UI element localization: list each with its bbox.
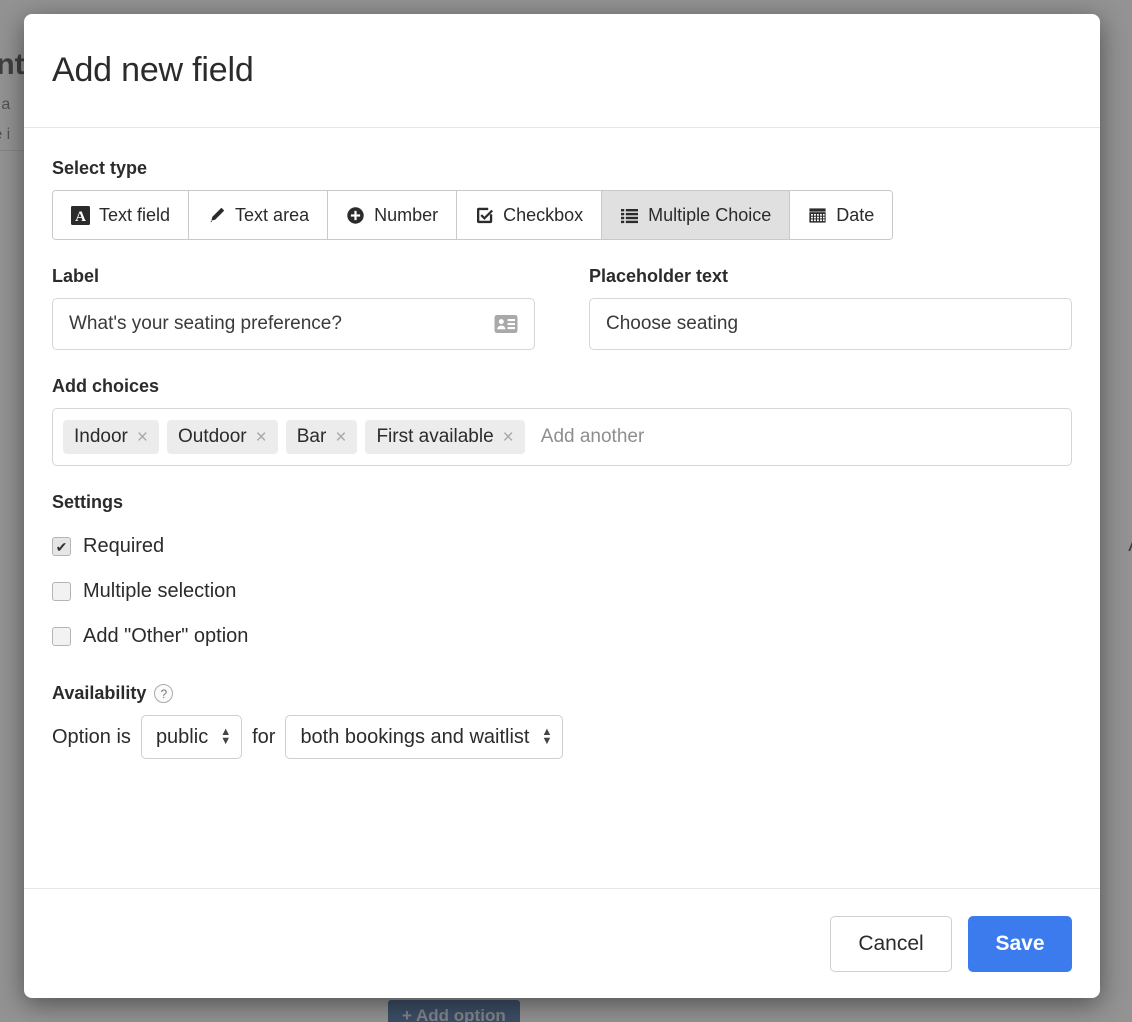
remove-choice-icon[interactable]: × [503, 428, 514, 447]
type-option-label: Number [374, 204, 439, 225]
help-icon[interactable]: ? [154, 684, 174, 703]
type-option-date[interactable]: Date [790, 191, 893, 239]
dialog-header: Add new field [24, 14, 1100, 128]
placeholder-input-value: Choose seating [606, 313, 739, 334]
availability-controls: Option is public ▲ ▼ for both bookings an… [52, 715, 1072, 759]
id-card-icon[interactable] [494, 314, 518, 334]
scope-select[interactable]: both bookings and waitlist ▲ ▼ [285, 715, 564, 759]
type-option-label: Multiple Choice [648, 204, 772, 225]
setting-required[interactable]: ✔ Required [52, 524, 1072, 569]
choice-chip-label: Outdoor [177, 426, 247, 447]
availability-middle-text: for [252, 725, 276, 748]
scope-select-value: both bookings and waitlist [300, 725, 530, 748]
placeholder-input[interactable]: Choose seating [589, 298, 1072, 350]
label-placeholder-row: Label What's your seating preference? Pl… [52, 266, 1072, 350]
label-input[interactable]: What's your seating preference? [52, 298, 535, 350]
placeholder-field-group: Placeholder text Choose seating [589, 266, 1072, 350]
settings-label: Settings [52, 492, 124, 512]
remove-choice-icon[interactable]: × [137, 428, 148, 447]
label-field-group: Label What's your seating preference? [52, 266, 535, 350]
required-checkbox[interactable]: ✔ [52, 537, 71, 556]
dialog-footer: Cancel Save [24, 888, 1100, 998]
add-other-option-checkbox[interactable] [52, 627, 71, 646]
multiple-selection-checkbox[interactable] [52, 582, 71, 601]
remove-choice-icon[interactable]: × [256, 428, 267, 447]
visibility-select-value: public [155, 725, 209, 748]
settings-list: ✔ Required Multiple selection Add "Other… [52, 524, 1072, 659]
choice-chip-label: First available [376, 426, 494, 447]
pencil-icon [207, 206, 226, 225]
label-input-value: What's your seating preference? [69, 313, 342, 334]
setting-label: Required [83, 535, 165, 557]
letter-a-icon: A [71, 205, 90, 225]
field-type-selector: A Text field Text area Number Checkbox M… [52, 190, 894, 240]
list-icon [620, 206, 639, 225]
select-type-label: Select type [52, 158, 148, 178]
placeholder-field-caption: Placeholder text [589, 266, 729, 286]
type-option-text-field[interactable]: A Text field [53, 191, 190, 239]
type-option-checkbox[interactable]: Checkbox [457, 191, 603, 239]
type-option-multiple-choice[interactable]: Multiple Choice [602, 191, 791, 239]
type-option-label: Text field [99, 204, 171, 225]
remove-choice-icon[interactable]: × [335, 428, 346, 447]
setting-multiple-selection[interactable]: Multiple selection [52, 569, 1072, 614]
type-option-label: Date [836, 204, 875, 225]
setting-label: Add "Other" option [83, 625, 249, 647]
availability-label: Availability [52, 683, 147, 703]
add-new-field-dialog: Add new field Select type A Text field T… [24, 14, 1100, 998]
plus-circle-icon [346, 206, 365, 225]
visibility-select[interactable]: public ▲ ▼ [140, 715, 243, 759]
calendar-icon [808, 206, 827, 225]
choice-chip: Outdoor × [166, 420, 278, 454]
label-field-caption: Label [52, 266, 100, 286]
check-icon: ✔ [55, 538, 68, 555]
choice-chip: Indoor × [63, 420, 159, 454]
add-choices-label: Add choices [52, 376, 160, 396]
chevron-updown-icon: ▲ ▼ [220, 726, 232, 747]
choice-chip: Bar × [285, 420, 358, 454]
choices-input-container[interactable]: Indoor × Outdoor × Bar × First available… [52, 408, 1072, 466]
add-choice-input[interactable]: Add another [533, 426, 1061, 448]
choice-chip-label: Indoor [74, 426, 128, 447]
type-option-label: Checkbox [503, 204, 584, 225]
dialog-body: Select type A Text field Text area Numbe… [24, 128, 1100, 888]
type-option-text-area[interactable]: Text area [189, 191, 329, 239]
svg-text:A: A [75, 209, 86, 225]
dialog-title: Add new field [52, 51, 254, 89]
save-button[interactable]: Save [968, 915, 1072, 972]
choice-chip-label: Bar [296, 426, 327, 447]
check-square-icon [475, 206, 494, 225]
type-option-number[interactable]: Number [328, 191, 458, 239]
setting-add-other-option[interactable]: Add "Other" option [52, 614, 1072, 659]
chevron-updown-icon: ▲ ▼ [541, 726, 553, 747]
availability-label-row: Availability ? [52, 683, 1072, 704]
cancel-button[interactable]: Cancel [830, 915, 952, 972]
setting-label: Multiple selection [83, 580, 237, 602]
type-option-label: Text area [235, 204, 310, 225]
choice-chip: First available × [365, 420, 525, 454]
availability-prefix-text: Option is [52, 725, 131, 748]
